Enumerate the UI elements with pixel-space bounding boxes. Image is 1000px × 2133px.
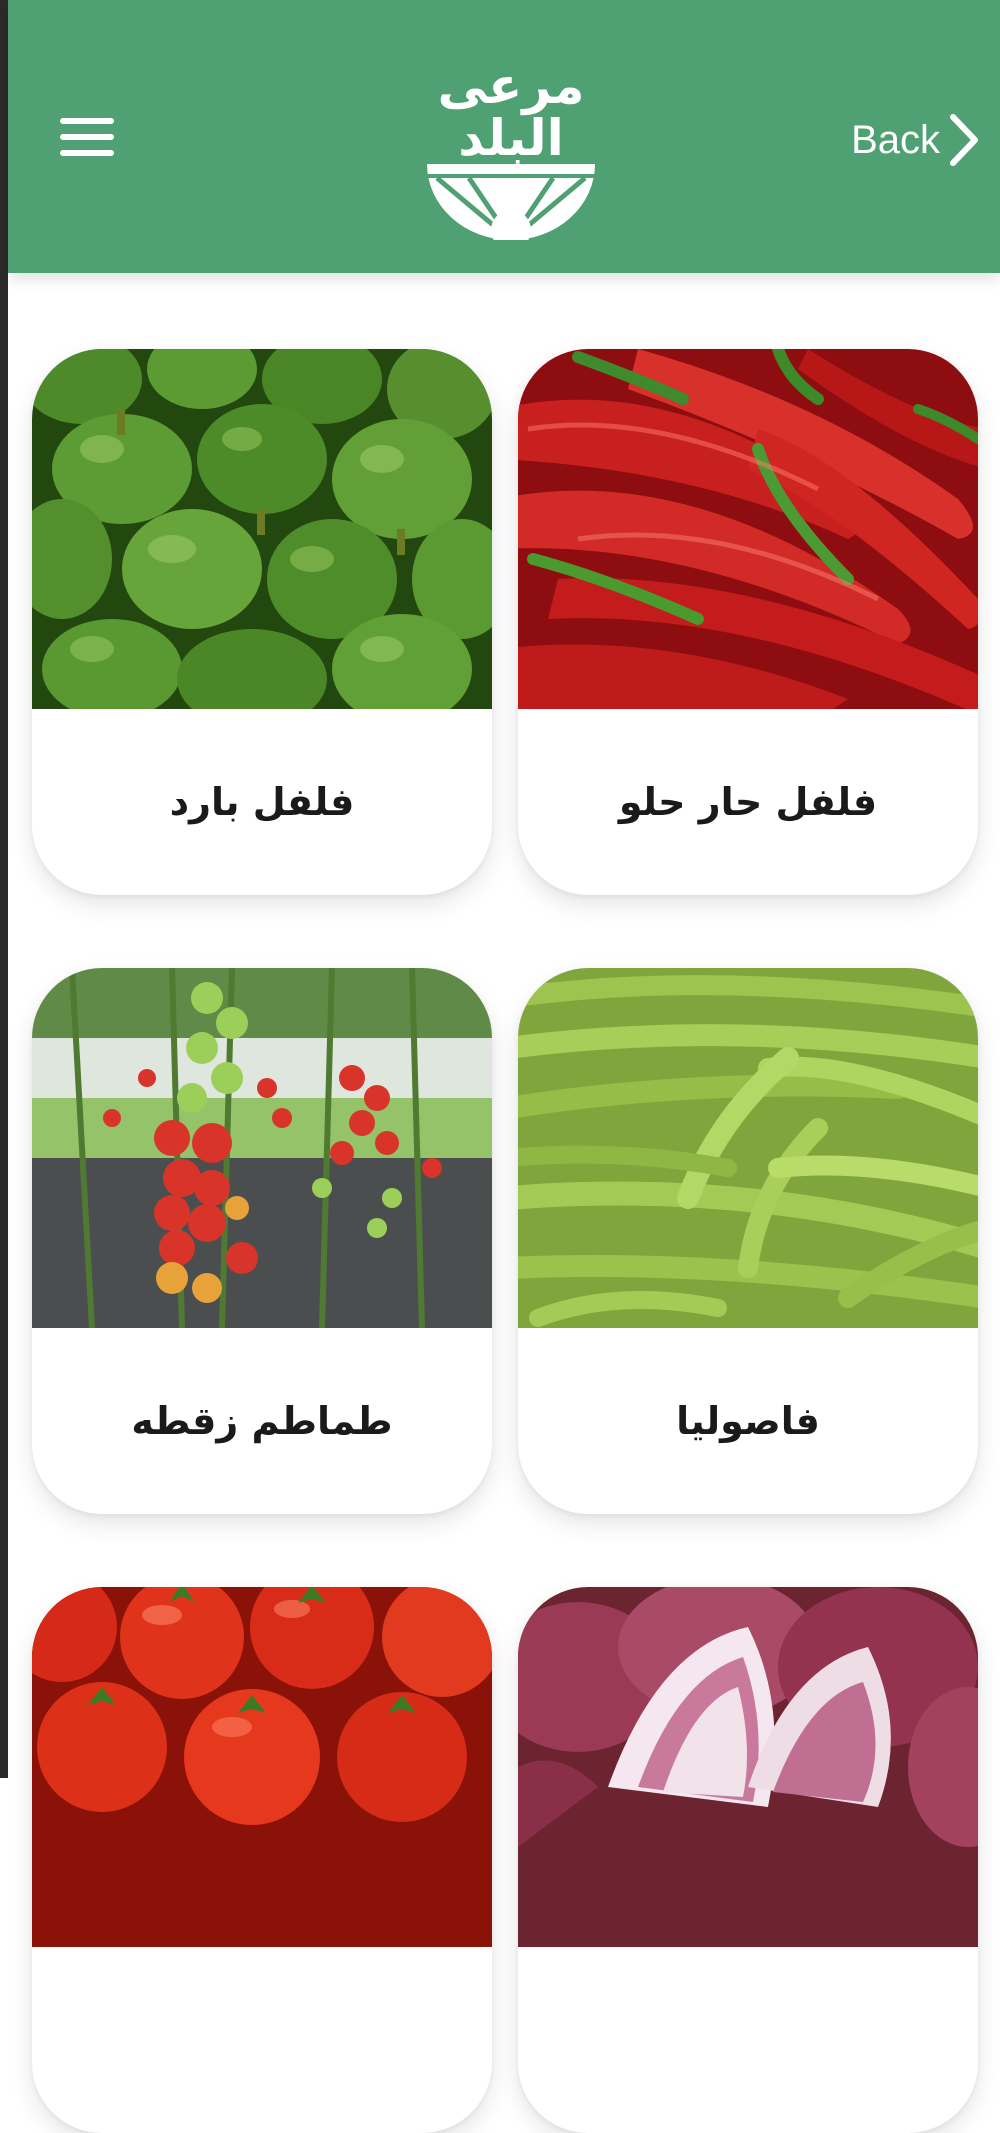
red-chili-peppers-image bbox=[518, 349, 978, 709]
product-card-tomato[interactable] bbox=[32, 1587, 492, 2133]
cherry-tomato-plants-image bbox=[32, 968, 492, 1328]
green-bell-peppers-image bbox=[32, 349, 492, 709]
product-name: فاصوليا bbox=[676, 1399, 820, 1443]
product-name: فلفل حار حلو bbox=[618, 780, 878, 824]
product-name: فلفل بارد bbox=[169, 780, 355, 824]
tomatoes-image bbox=[32, 1587, 492, 1947]
green-beans-image bbox=[518, 968, 978, 1328]
product-grid: فلفل حار حلو فلفل بارد فاصوليا طماطم زقط… bbox=[0, 0, 1000, 2133]
product-card-green-beans[interactable]: فاصوليا bbox=[518, 968, 978, 1514]
product-card-cherry-tomato[interactable]: طماطم زقطه bbox=[32, 968, 492, 1514]
product-card-bell-pepper[interactable]: فلفل بارد bbox=[32, 349, 492, 895]
red-onions-image bbox=[518, 1587, 978, 1947]
product-card-red-onion[interactable] bbox=[518, 1587, 978, 2133]
product-name: طماطم زقطه bbox=[131, 1399, 393, 1443]
product-name bbox=[518, 1947, 978, 2133]
product-name bbox=[32, 1947, 492, 2133]
product-card-hot-sweet-pepper[interactable]: فلفل حار حلو bbox=[518, 349, 978, 895]
